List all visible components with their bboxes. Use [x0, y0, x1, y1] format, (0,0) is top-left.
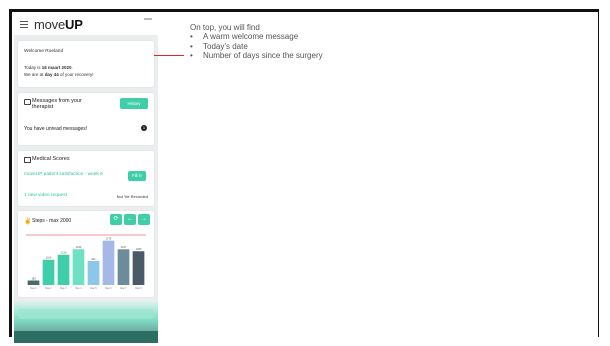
- bullet-marker: •: [190, 50, 193, 60]
- steps-chart: 180 Day 1 1010 Day 2 1210 Day 3 1430 Day 4 961 Da…: [26, 234, 146, 290]
- annotation-bullet-text: Today’s date: [203, 41, 248, 51]
- annotation-heading: On top, you will find: [190, 23, 260, 32]
- steps-bar[interactable]: [132, 251, 145, 285]
- unread-count-badge[interactable]: 1: [141, 125, 147, 131]
- bottom-action-bar[interactable]: [18, 309, 154, 319]
- steps-title: Steps - max 2000: [32, 218, 72, 224]
- steps-bar[interactable]: [42, 259, 55, 285]
- history-button-label: History: [127, 101, 141, 106]
- x-tick-label: Day 1: [30, 287, 37, 290]
- bar-value-label: 1010: [46, 256, 52, 260]
- steps-bar[interactable]: [72, 249, 85, 285]
- fill-in-button[interactable]: Fill in: [128, 171, 146, 181]
- survey-link[interactable]: moveUP patient satisfaction - week 6: [24, 172, 106, 178]
- annotation-bullet: • Today’s date: [190, 42, 323, 51]
- message-icon: [24, 99, 31, 105]
- bottom-navigation[interactable]: [14, 331, 158, 343]
- x-tick-label: Day 7: [120, 287, 127, 290]
- previous-button[interactable]: ←: [124, 214, 136, 225]
- annotation-text: On top, you will find • A warm welcome me…: [190, 23, 323, 60]
- x-tick-label: Day 2: [45, 287, 52, 290]
- annotation-bullet: • A warm welcome message: [190, 32, 323, 41]
- today-date: Today is 16 maart 2020.: [24, 65, 73, 70]
- status-indicator: [144, 18, 152, 20]
- bullet-marker: •: [190, 32, 193, 42]
- brand-suffix: UP: [65, 17, 83, 32]
- date-prefix: Today is: [24, 65, 42, 70]
- x-tick-label: Day 6: [105, 287, 112, 290]
- date-suffix: .: [71, 65, 73, 70]
- bar-value-label: 1210: [61, 251, 67, 255]
- history-button[interactable]: History: [120, 98, 148, 109]
- bar-value-label: 180: [31, 276, 36, 280]
- bar-value-label: 1350: [136, 247, 142, 251]
- welcome-message: Welcome Roeland: [24, 49, 64, 54]
- brand-prefix: move: [34, 17, 65, 32]
- welcome-card: Welcome Roeland Today is 16 maart 2020. …: [18, 41, 154, 87]
- annotation-list: • A warm welcome message • Today’s date • N…: [190, 32, 323, 60]
- fill-in-label: Fill in: [132, 173, 142, 178]
- steps-bar[interactable]: [57, 254, 70, 285]
- medical-scores-title: Medical Scores: [32, 156, 70, 162]
- refresh-button[interactable]: ⟳: [110, 214, 122, 225]
- x-tick-label: Day 5: [90, 287, 97, 290]
- bar-value-label: 961: [91, 257, 96, 261]
- bar-value-label: 1775: [106, 236, 112, 240]
- steps-bar[interactable]: [27, 280, 40, 286]
- x-tick-label: Day 3: [60, 287, 67, 290]
- steps-bar[interactable]: [117, 249, 130, 285]
- bullet-marker: •: [190, 41, 193, 51]
- x-tick-label: Day 4: [75, 287, 82, 290]
- video-request-link[interactable]: 1 new video request: [24, 193, 67, 198]
- app-header: moveUP: [14, 13, 158, 35]
- next-button[interactable]: →: [138, 214, 150, 225]
- steps-bar[interactable]: [102, 240, 115, 286]
- calendar-icon: [24, 157, 31, 163]
- bar-value-label: 1430: [76, 245, 82, 249]
- steps-card: ✌ Steps - max 2000 ⟳ ← → 180 Day 1 1010 Day…: [18, 211, 154, 297]
- messages-card: Messages from your therapist History You…: [18, 93, 154, 145]
- messages-title: Messages from your therapist: [32, 98, 82, 110]
- phone-screen: moveUP Welcome Roeland Today is 16 maart…: [14, 13, 158, 343]
- annotation-bullet-text: A warm welcome message: [203, 32, 299, 42]
- bar-value-label: 1427: [121, 245, 127, 249]
- recovery-day: We are at day 44 of your recovery!: [24, 72, 93, 77]
- annotation-connector: [154, 55, 184, 56]
- steps-bar[interactable]: [87, 260, 100, 285]
- day-suffix: of your recovery!: [58, 72, 94, 77]
- annotation-bullet: • Number of days since the surgery: [190, 51, 323, 60]
- x-tick-label: Day 8: [135, 287, 142, 290]
- day-value: day 44: [44, 72, 59, 77]
- unread-messages-text: You have unread messages!: [24, 126, 88, 132]
- day-prefix: We are at: [24, 72, 45, 77]
- medical-scores-card: Medical Scores moveUP patient satisfacti…: [18, 151, 154, 206]
- hamburger-menu-icon[interactable]: [20, 21, 28, 28]
- footprints-icon: ✌: [24, 219, 32, 225]
- annotation-bullet-text: Number of days since the surgery: [203, 50, 323, 60]
- video-status: Not Yet Recorded: [116, 194, 148, 199]
- app-logo: moveUP: [34, 17, 83, 32]
- date-value: 16 maart 2020: [41, 65, 72, 70]
